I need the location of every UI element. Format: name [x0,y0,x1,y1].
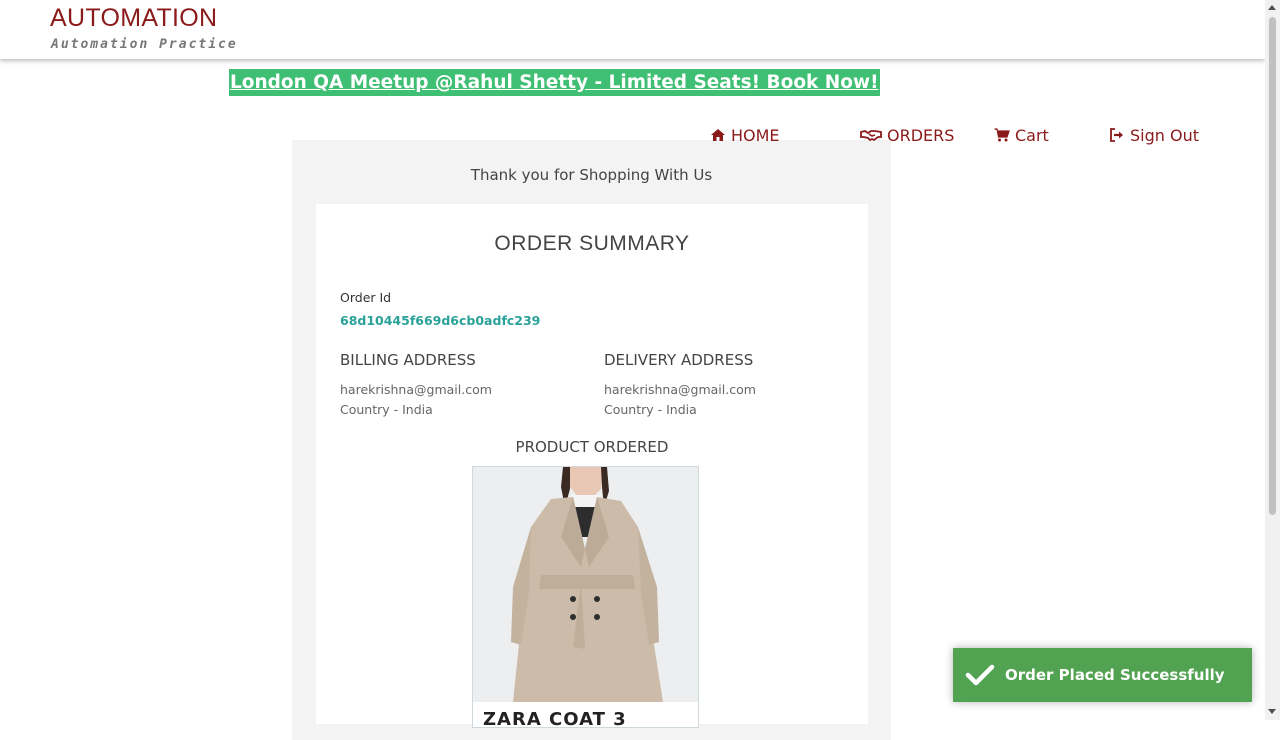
scrollbar-thumb[interactable] [1269,17,1276,515]
order-success-toast[interactable]: Order Placed Successfully [953,648,1252,702]
nav-orders-label: ORDERS [887,125,955,145]
thank-you-message: Thank you for Shopping With Us [470,166,713,184]
top-header: AUTOMATION Automation Practice [0,0,1265,59]
nav-home-label: HOME [731,125,780,145]
billing-email: harekrishna@gmail.com [340,382,492,397]
toast-message: Order Placed Successfully [1005,666,1225,684]
delivery-email: harekrishna@gmail.com [604,382,756,397]
product-ordered-heading: PRODUCT ORDERED [515,438,669,456]
order-id-label: Order Id [340,290,392,305]
scroll-up-arrow-icon[interactable] [1268,5,1276,10]
nav-home-button[interactable]: HOME [710,125,780,145]
billing-country: Country - India [340,402,433,417]
scroll-down-arrow-icon[interactable] [1268,709,1276,714]
billing-address-heading: BILLING ADDRESS [340,351,476,369]
handshake-icon [860,127,882,143]
delivery-address-heading: DELIVERY ADDRESS [604,351,754,369]
nav-orders-button[interactable]: ORDERS [860,125,954,145]
nav-cart-label: Cart [1015,125,1049,145]
vertical-scrollbar[interactable] [1265,0,1280,720]
nav-cart-button[interactable]: Cart [994,125,1049,145]
order-summary-title: ORDER SUMMARY [494,232,690,255]
home-icon [710,127,726,143]
nav-sign-out-label: Sign Out [1130,125,1199,145]
sign-out-icon [1109,127,1125,143]
nav-sign-out-button[interactable]: Sign Out [1109,125,1199,145]
order-id-value: 68d10445f669d6cb0adfc239 [340,313,541,328]
checkmark-icon [965,664,995,686]
logo-title[interactable]: AUTOMATION [50,4,217,33]
logo-subtitle: Automation Practice [51,37,238,52]
promo-banner-link[interactable]: London QA Meetup @Rahul Shetty - Limited… [229,69,880,96]
delivery-country: Country - India [604,402,697,417]
product-image [472,466,699,728]
cart-icon [994,127,1010,143]
